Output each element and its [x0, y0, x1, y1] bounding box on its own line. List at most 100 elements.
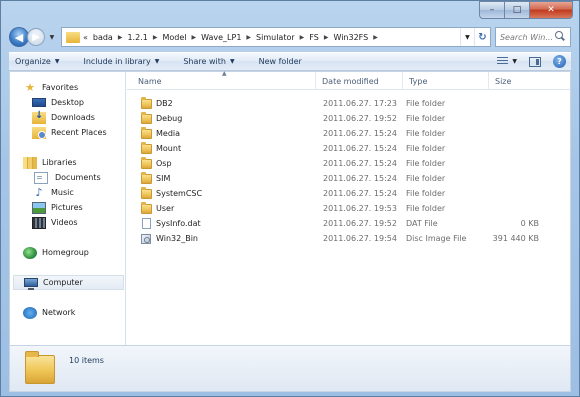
breadcrumb-item[interactable]: Simulator	[256, 33, 295, 42]
breadcrumb-item[interactable]: Model	[162, 33, 186, 42]
breadcrumb-separator-icon[interactable]: ▶	[373, 34, 378, 41]
arrow-right-icon: ▶	[32, 31, 40, 43]
explorer-window: – □ ✕ ◀ ▶ ▼ « bada ▶ 1.2.1 ▶ Model ▶ Wave_LP1 ▶…	[0, 0, 580, 397]
file-name: User	[156, 204, 175, 213]
sidebar-item-desktop[interactable]: Desktop	[32, 95, 84, 110]
sidebar-item-computer[interactable]: Computer	[13, 275, 124, 290]
breadcrumb-separator-icon[interactable]: ▶	[300, 34, 305, 41]
table-row[interactable]: User 2011.06.27. 19:53 File folder	[127, 201, 570, 216]
recent-pages-dropdown[interactable]: ▼	[47, 34, 57, 41]
breadcrumb-item[interactable]: Wave_LP1	[201, 33, 241, 42]
address-bar[interactable]: « bada ▶ 1.2.1 ▶ Model ▶ Wave_LP1 ▶ Simulator ▶ FS…	[60, 27, 491, 47]
table-row[interactable]: Win32_Bin 2011.06.27. 19:54 Disc Image Fil…	[127, 231, 570, 246]
sidebar-item-libraries[interactable]: Libraries	[23, 155, 77, 170]
breadcrumb-separator-icon[interactable]: ▶	[118, 34, 123, 41]
column-header-label: Size	[495, 76, 512, 86]
file-name: Media	[156, 129, 181, 138]
breadcrumb-item[interactable]: bada	[93, 33, 113, 42]
search-input[interactable]: Search Win...	[494, 27, 571, 47]
help-icon[interactable]: ?	[553, 55, 566, 68]
cell-name: Media	[127, 126, 316, 139]
cell-size: 0 KB	[520, 219, 539, 228]
file-name: SysInfo.dat	[156, 219, 201, 228]
minimize-button[interactable]: –	[479, 1, 505, 19]
folder-icon	[141, 126, 152, 139]
sidebar-item-recent-places[interactable]: Recent Places	[32, 125, 107, 140]
file-rows: DB2 2011.06.27. 17:23 File folder Debug 2011…	[127, 96, 570, 246]
refresh-icon: ↻	[478, 31, 487, 43]
sidebar-item-label: Homegroup	[42, 248, 89, 257]
breadcrumb-separator-icon[interactable]: ▶	[191, 34, 196, 41]
folder-icon	[141, 111, 152, 124]
view-options-dropdown[interactable]: ▼	[512, 58, 517, 65]
folder-icon	[141, 156, 152, 169]
table-row[interactable]: Mount 2011.06.27. 15:24 File folder	[127, 141, 570, 156]
table-row[interactable]: SIM 2011.06.27. 15:24 File folder	[127, 171, 570, 186]
sidebar-item-downloads[interactable]: Downloads	[32, 110, 95, 125]
breadcrumb-separator-icon[interactable]: ▶	[153, 34, 158, 41]
maximize-button[interactable]: □	[505, 1, 530, 19]
sidebar-item-documents[interactable]: Documents	[32, 170, 101, 185]
sidebar-item-label: Recent Places	[51, 128, 107, 137]
column-header-label: Type	[409, 76, 428, 86]
folder-icon	[141, 171, 152, 184]
desktop-icon	[32, 98, 46, 107]
new-folder-button[interactable]: New folder	[259, 57, 302, 66]
breadcrumb-separator-icon[interactable]: ▶	[324, 34, 329, 41]
table-row[interactable]: Media 2011.06.27. 15:24 File folder	[127, 126, 570, 141]
table-row[interactable]: Debug 2011.06.27. 19:52 File folder	[127, 111, 570, 126]
cell-name: Debug	[127, 111, 316, 124]
file-name: SIM	[156, 174, 171, 183]
folder-icon	[141, 141, 152, 154]
address-history-dropdown[interactable]: ▼	[459, 28, 474, 46]
sidebar-item-homegroup[interactable]: Homegroup	[23, 245, 89, 260]
breadcrumb-overflow[interactable]: «	[83, 33, 88, 42]
cell-date-modified: 2011.06.27. 19:52	[323, 219, 397, 228]
cell-name: User	[127, 201, 316, 214]
breadcrumb-item[interactable]: FS	[309, 33, 319, 42]
command-bar: Organize ▼ Include in library ▼ Share with…	[9, 52, 571, 71]
sidebar-item-label: Favorites	[42, 83, 79, 92]
pictures-icon	[32, 201, 46, 214]
share-with-button[interactable]: Share with ▼	[183, 57, 234, 66]
sidebar-item-music[interactable]: ♪ Music	[32, 185, 74, 200]
disc-image-icon	[141, 233, 151, 244]
breadcrumb-item[interactable]: Win32FS	[333, 33, 368, 42]
organize-button[interactable]: Organize ▼	[15, 57, 59, 66]
sidebar-item-videos[interactable]: Videos	[32, 215, 78, 230]
file-name: Win32_Bin	[156, 234, 198, 243]
forward-button[interactable]: ▶	[26, 28, 45, 46]
table-row[interactable]: Osp 2011.06.27. 15:24 File folder	[127, 156, 570, 171]
column-header-size[interactable]: Size	[489, 72, 541, 90]
libraries-icon	[23, 156, 37, 169]
downloads-icon	[32, 110, 46, 124]
share-with-label: Share with	[183, 57, 226, 66]
sidebar-item-favorites[interactable]: ★ Favorites	[23, 80, 78, 95]
star-icon: ★	[25, 80, 35, 94]
breadcrumb-separator-icon[interactable]: ▶	[246, 34, 251, 41]
back-button[interactable]: ◀	[9, 27, 29, 47]
folder-icon	[141, 96, 152, 109]
table-row[interactable]: SysInfo.dat 2011.06.27. 19:52 DAT File 0 KB	[127, 216, 570, 231]
navigation-pane: ★ Favorites Desktop Downloads Recent Pla…	[10, 72, 126, 345]
include-in-library-button[interactable]: Include in library ▼	[83, 57, 159, 66]
cell-type: File folder	[406, 144, 446, 153]
table-row[interactable]: SystemCSC 2011.06.27. 15:24 File folder	[127, 186, 570, 201]
sidebar-item-pictures[interactable]: Pictures	[32, 200, 83, 215]
cell-name: SystemCSC	[127, 186, 316, 199]
sidebar-item-label: Music	[51, 188, 74, 197]
organize-label: Organize	[15, 57, 51, 66]
column-header-date-modified[interactable]: Date modified	[316, 72, 403, 90]
sidebar-item-label: Documents	[55, 173, 101, 182]
close-button[interactable]: ✕	[530, 1, 573, 19]
refresh-button[interactable]: ↻	[473, 28, 490, 46]
column-header-name[interactable]: ▲ Name	[127, 70, 316, 90]
breadcrumb-item[interactable]: 1.2.1	[127, 33, 147, 42]
sidebar-item-label: Videos	[51, 218, 78, 227]
preview-pane-icon[interactable]	[529, 56, 541, 67]
table-row[interactable]: DB2 2011.06.27. 17:23 File folder	[127, 96, 570, 111]
column-header-type[interactable]: Type	[403, 72, 489, 90]
sidebar-item-network[interactable]: Network	[23, 305, 75, 320]
cell-type: File folder	[406, 159, 446, 168]
change-view-icon[interactable]	[497, 57, 509, 66]
